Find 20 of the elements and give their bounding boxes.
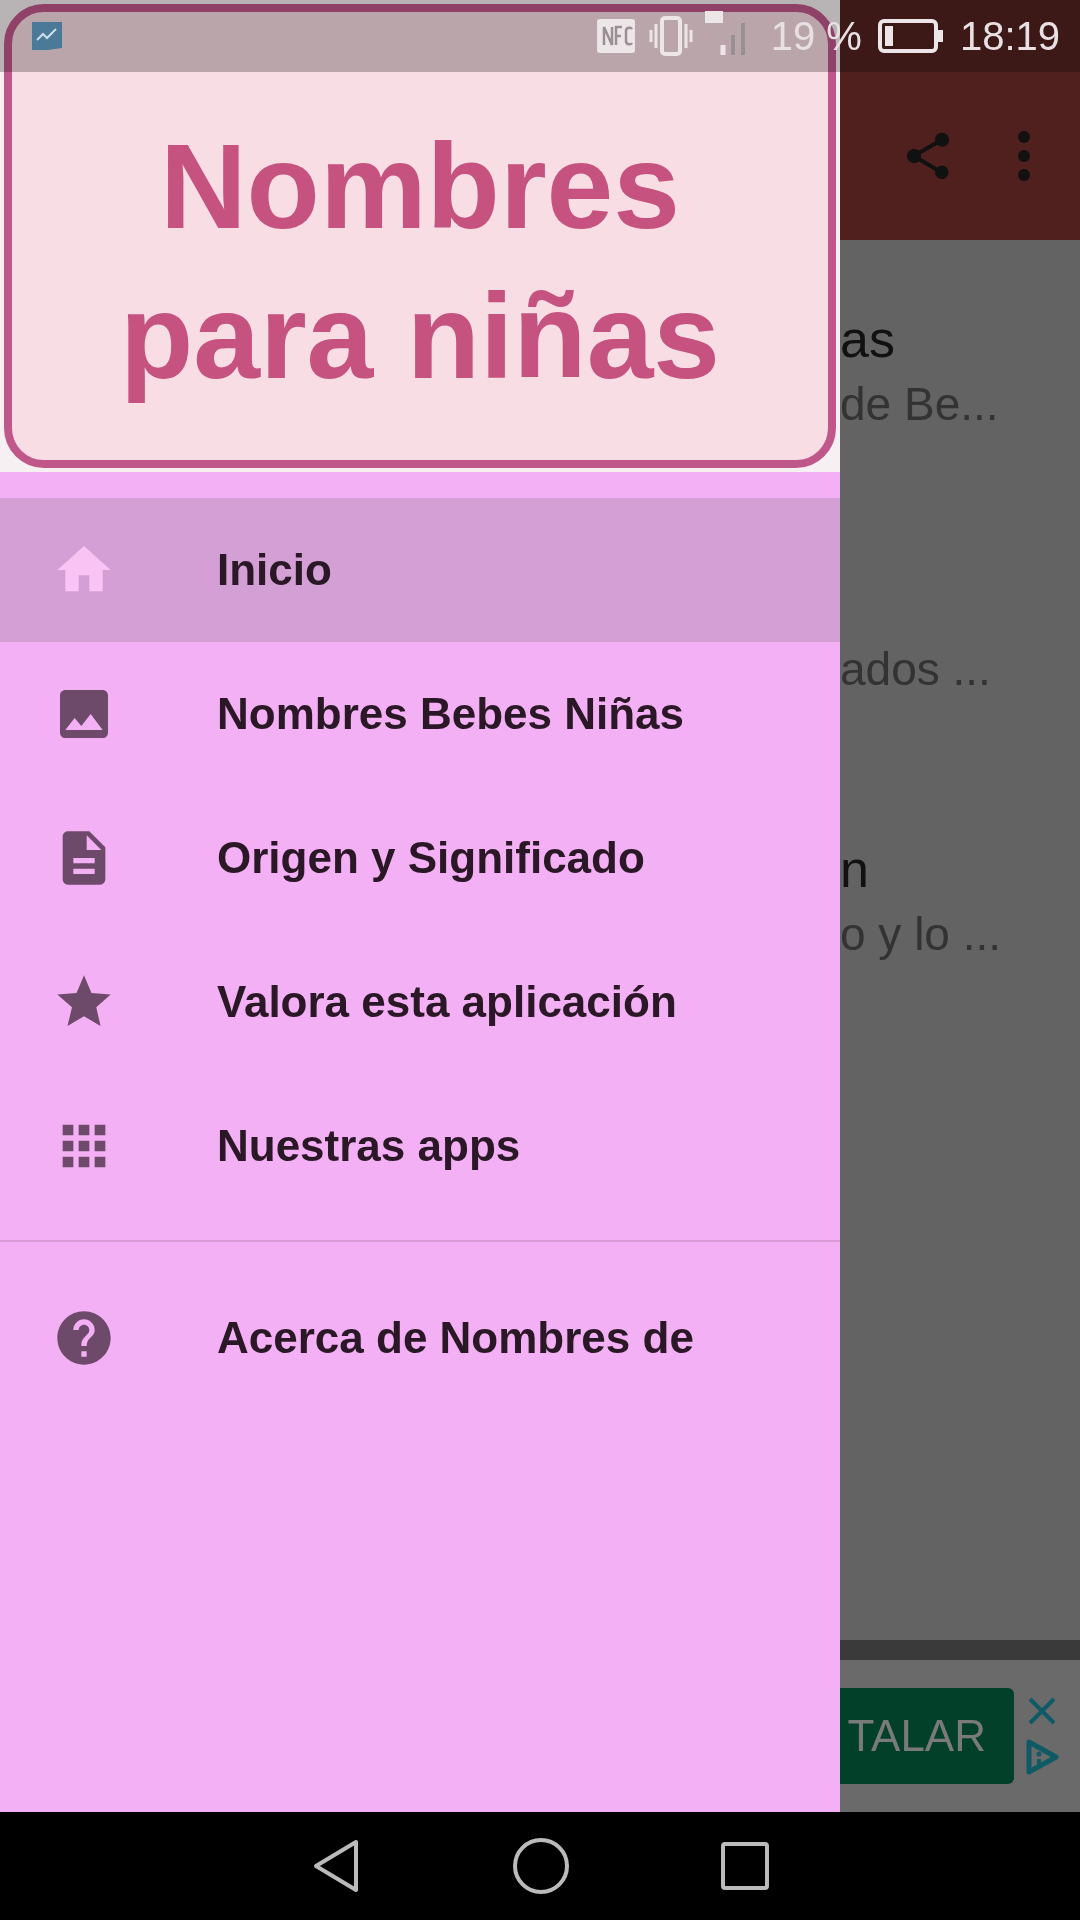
clock: 18:19 <box>959 13 1060 60</box>
menu-item[interactable]: Nombres Bebes Niñas <box>0 642 840 786</box>
vibrate-icon <box>648 14 693 58</box>
logo-text: para niñas <box>119 268 721 405</box>
menu-item[interactable]: Origen y Significado <box>0 786 840 930</box>
list-title: as <box>840 309 895 370</box>
more-options-icon[interactable] <box>1016 130 1032 182</box>
home-button-icon[interactable] <box>512 1837 570 1895</box>
battery-icon <box>877 19 944 53</box>
recents-icon[interactable] <box>720 1841 770 1891</box>
ad-info-icon[interactable] <box>1024 1738 1060 1776</box>
menu-item[interactable]: Acerca de Nombres de <box>0 1266 840 1410</box>
list-title: n <box>840 839 869 900</box>
nfc-icon <box>596 19 635 53</box>
menu-item[interactable]: Valora esta aplicación <box>0 930 840 1074</box>
menu-item[interactable]: Inicio <box>0 498 840 642</box>
close-icon[interactable] <box>1027 1696 1057 1726</box>
logo-text: Nombres <box>159 118 681 255</box>
menu-item[interactable]: Nuestras apps <box>0 1074 840 1218</box>
chart-icon <box>30 20 64 52</box>
